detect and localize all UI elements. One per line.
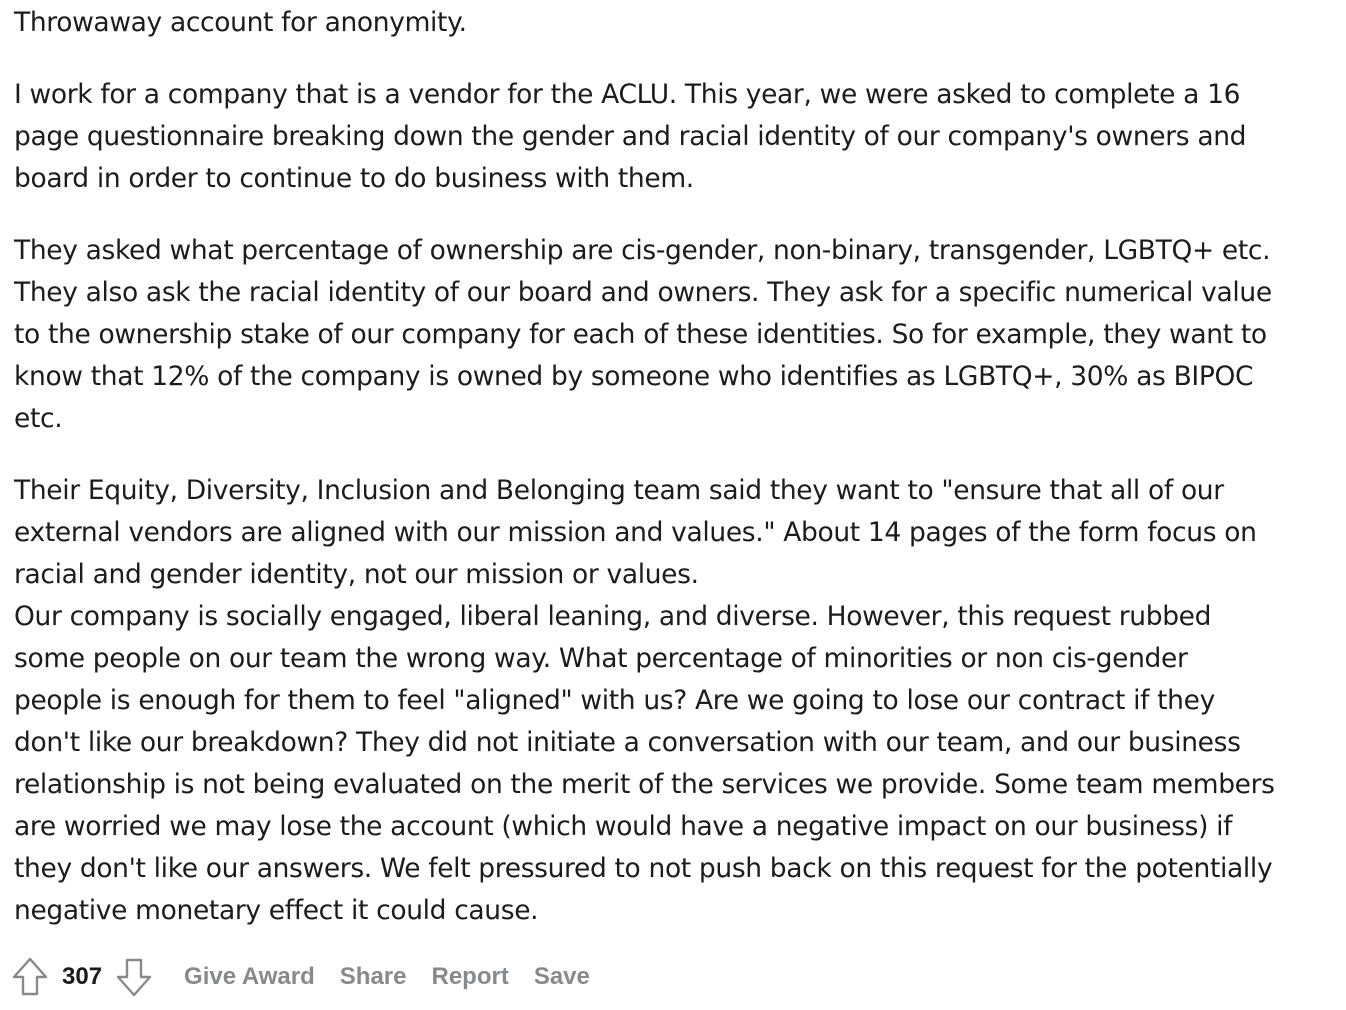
post-paragraph: Throwaway account for anonymity. xyxy=(14,7,467,38)
post-paragraph: They asked what percentage of ownership … xyxy=(14,235,1272,434)
save-button[interactable]: Save xyxy=(534,963,590,991)
post-paragraph: I work for a company that is a vendor fo… xyxy=(14,79,1247,194)
share-button[interactable]: Share xyxy=(340,963,407,991)
post-paragraph: Our company is socially engaged, liberal… xyxy=(14,601,1275,926)
give-award-button[interactable]: Give Award xyxy=(184,963,315,991)
downvote-icon[interactable] xyxy=(114,955,154,999)
upvote-icon[interactable] xyxy=(10,955,50,999)
post-paragraph: Their Equity, Diversity, Inclusion and B… xyxy=(14,475,1257,590)
vote-count: 307 xyxy=(62,963,103,990)
post-body: Throwaway account for anonymity. I work … xyxy=(14,2,1314,932)
report-button[interactable]: Report xyxy=(431,963,508,991)
post-action-bar: 307 Give Award Share Report Save xyxy=(10,954,590,1000)
